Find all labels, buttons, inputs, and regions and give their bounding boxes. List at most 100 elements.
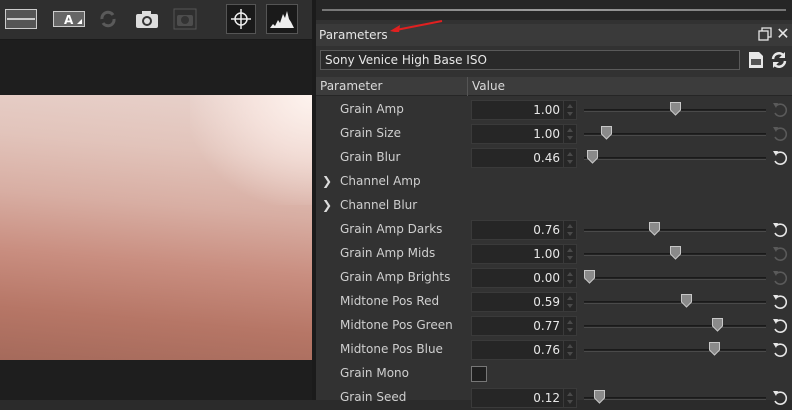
parameter-row: Grain Blur 0.46	[316, 146, 792, 170]
spin-arrows[interactable]	[563, 245, 576, 263]
slider-thumb[interactable]	[708, 342, 720, 356]
sync-icon[interactable]	[96, 6, 120, 32]
spin-arrows[interactable]	[563, 101, 576, 119]
spin-arrows[interactable]	[563, 221, 576, 239]
parameter-label: Channel Blur	[340, 198, 418, 212]
timeline-strip	[316, 0, 792, 20]
close-icon[interactable]: ✕	[776, 25, 790, 43]
slider-track[interactable]	[584, 229, 766, 232]
reset-icon[interactable]	[772, 126, 788, 142]
spin-arrows[interactable]	[563, 125, 576, 143]
spin-arrows[interactable]	[563, 341, 576, 359]
spin-arrows[interactable]	[563, 317, 576, 335]
slider-thumb[interactable]	[648, 222, 660, 236]
column-header-parameter[interactable]: Parameter	[320, 79, 382, 93]
value-spinbox[interactable]: 0.46	[471, 148, 577, 168]
undock-icon[interactable]	[758, 27, 772, 41]
slider-thumb[interactable]	[587, 150, 599, 164]
value-spinbox[interactable]: 0.12	[471, 388, 577, 408]
column-headers: Parameter Value	[316, 77, 792, 96]
parameter-label: Grain Seed	[340, 390, 407, 404]
value-spinbox[interactable]: 1.00	[471, 244, 577, 264]
slider-thumb[interactable]	[712, 318, 724, 332]
value-spinbox[interactable]: 0.77	[471, 316, 577, 336]
svg-text:A: A	[64, 13, 74, 27]
camera-icon[interactable]	[134, 6, 160, 32]
reset-icon[interactable]	[772, 294, 788, 310]
annotation-arrow-icon	[390, 20, 443, 32]
parameter-label: Grain Amp Darks	[340, 222, 443, 236]
slider-track[interactable]	[584, 157, 766, 160]
value-text: 0.76	[533, 343, 560, 357]
slider-thumb[interactable]	[669, 102, 681, 116]
reset-icon[interactable]	[772, 270, 788, 286]
parameter-row: Midtone Pos Blue 0.76	[316, 338, 792, 362]
parameter-row: Midtone Pos Red 0.59	[316, 290, 792, 314]
viewer-toolbar: A	[0, 0, 312, 40]
reset-icon[interactable]	[772, 222, 788, 238]
parameter-group-row[interactable]: ❯ Channel Amp	[316, 170, 792, 194]
value-text: 0.12	[533, 391, 560, 405]
histogram-icon[interactable]	[266, 4, 298, 34]
column-header-value[interactable]: Value	[472, 79, 505, 93]
spin-arrows[interactable]	[563, 269, 576, 287]
parameter-row: Grain Seed 0.12	[316, 386, 792, 410]
parameter-label: Grain Blur	[340, 150, 401, 164]
value-spinbox[interactable]: 1.00	[471, 124, 577, 144]
reset-icon[interactable]	[772, 150, 788, 166]
preset-name-field[interactable]	[320, 50, 740, 70]
chevron-right-icon[interactable]: ❯	[322, 198, 332, 212]
reset-icon[interactable]	[772, 246, 788, 262]
slider-track[interactable]	[584, 301, 766, 304]
crosshair-icon[interactable]	[226, 4, 256, 34]
chevron-right-icon[interactable]: ❯	[322, 174, 332, 188]
parameter-row: Grain Size 1.00	[316, 122, 792, 146]
slider-thumb[interactable]	[681, 294, 693, 308]
slider-thumb[interactable]	[669, 246, 681, 260]
parameter-label: Grain Size	[340, 126, 401, 140]
slider-thumb[interactable]	[584, 270, 595, 284]
filmstrip-icon[interactable]	[4, 6, 38, 32]
panel-title-bar: Parameters ✕	[316, 20, 792, 46]
refresh-icon[interactable]	[770, 51, 788, 69]
save-preset-icon[interactable]	[748, 51, 764, 69]
parameter-group-row[interactable]: ❯ Channel Blur	[316, 194, 792, 218]
value-text: 1.00	[533, 127, 560, 141]
spin-arrows[interactable]	[563, 293, 576, 311]
parameter-label: Grain Amp Mids	[340, 246, 436, 260]
reset-icon[interactable]	[772, 102, 788, 118]
parameter-label: Midtone Pos Red	[340, 294, 440, 308]
camera-disabled-icon[interactable]	[172, 6, 198, 32]
panel-title: Parameters	[319, 28, 388, 42]
grain-mono-checkbox[interactable]	[471, 366, 487, 382]
reset-icon[interactable]	[772, 318, 788, 334]
spin-arrows[interactable]	[563, 389, 576, 407]
value-text: 0.76	[533, 223, 560, 237]
parameter-row: Grain Amp 1.00	[316, 98, 792, 122]
preview-highlight	[190, 95, 312, 205]
value-spinbox[interactable]: 0.00	[471, 268, 577, 288]
reset-icon[interactable]	[772, 342, 788, 358]
value-text: 0.46	[533, 151, 560, 165]
value-text: 0.77	[533, 319, 560, 333]
slider-thumb[interactable]	[601, 126, 613, 140]
slider-track[interactable]	[584, 349, 766, 352]
text-overlay-icon[interactable]: A	[52, 6, 86, 32]
slider-track[interactable]	[584, 277, 766, 280]
parameter-label: Midtone Pos Blue	[340, 342, 443, 356]
value-spinbox[interactable]: 1.00	[471, 100, 577, 120]
spin-arrows[interactable]	[563, 149, 576, 167]
timeline-line	[322, 9, 786, 11]
parameter-label: Grain Amp	[340, 102, 404, 116]
column-separator[interactable]	[467, 77, 468, 96]
slider-thumb[interactable]	[594, 390, 606, 404]
slider-track[interactable]	[584, 325, 766, 328]
reset-icon[interactable]	[772, 390, 788, 406]
value-spinbox[interactable]: 0.59	[471, 292, 577, 312]
value-spinbox[interactable]: 0.76	[471, 220, 577, 240]
parameter-list: Grain Amp 1.00 Grain Size 1.00 Grain Blur 0.4…	[316, 98, 792, 410]
value-spinbox[interactable]: 0.76	[471, 340, 577, 360]
parameter-label: Grain Mono	[340, 366, 409, 380]
parameter-row: Grain Amp Darks 0.76	[316, 218, 792, 242]
value-text: 0.59	[533, 295, 560, 309]
